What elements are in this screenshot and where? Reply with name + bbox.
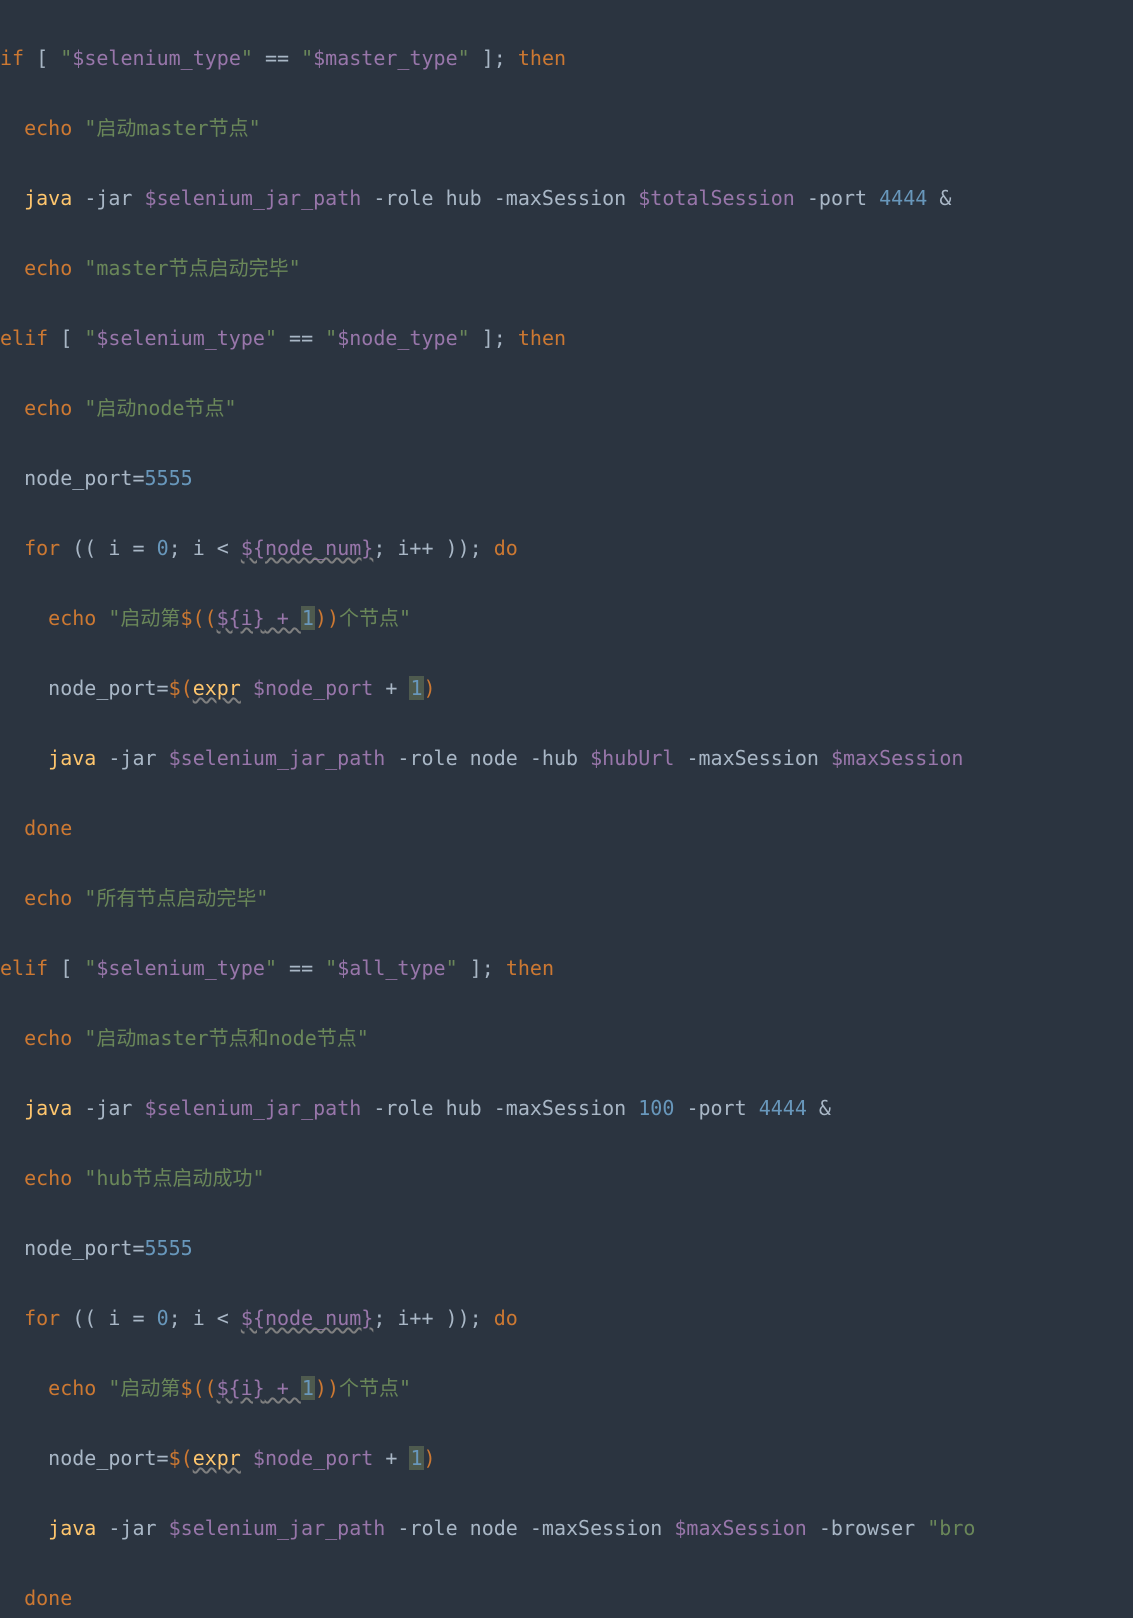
code-line: java -jar $selenium_jar_path -role hub -… bbox=[0, 181, 1133, 216]
cmd-expr: expr bbox=[193, 676, 241, 700]
var-max-session: $maxSession bbox=[831, 746, 963, 770]
code-line: java -jar $selenium_jar_path -role node … bbox=[0, 741, 1133, 776]
code-line: echo "启动master节点" bbox=[0, 111, 1133, 146]
num-port: 4444 bbox=[879, 186, 927, 210]
code-line: if [ "$selenium_type" == "$master_type" … bbox=[0, 41, 1133, 76]
literal-one: 1 bbox=[301, 606, 315, 630]
cmd-java: java bbox=[24, 186, 72, 210]
keyword-do: do bbox=[494, 536, 518, 560]
code-line: for (( i = 0; i < ${node_num}; i++ )); d… bbox=[0, 1301, 1133, 1336]
code-line: node_port=$(expr $node_port + 1) bbox=[0, 1441, 1133, 1476]
code-line: echo "master节点启动完毕" bbox=[0, 251, 1133, 286]
keyword-then: then bbox=[518, 46, 566, 70]
code-line: elif [ "$selenium_type" == "$all_type" ]… bbox=[0, 951, 1133, 986]
string: "启动master节点" bbox=[84, 116, 260, 140]
var-node-type: $node_type bbox=[337, 326, 457, 350]
code-line: echo "所有节点启动完毕" bbox=[0, 881, 1133, 916]
keyword-if: if bbox=[0, 46, 24, 70]
code-line: echo "启动第$((${i} + 1))个节点" bbox=[0, 601, 1133, 636]
code-line: node_port=$(expr $node_port + 1) bbox=[0, 671, 1133, 706]
string: "$master_type" bbox=[301, 46, 470, 70]
var-all-type: $all_type bbox=[337, 956, 445, 980]
var-total-session: $totalSession bbox=[638, 186, 795, 210]
var-master-type: $master_type bbox=[313, 46, 458, 70]
code-editor[interactable]: if [ "$selenium_type" == "$master_type" … bbox=[0, 6, 1133, 1618]
var-selenium-type: $selenium_type bbox=[72, 46, 241, 70]
var-i: ${i} + bbox=[217, 606, 301, 630]
keyword-done: done bbox=[24, 816, 72, 840]
code-line: node_port=5555 bbox=[0, 461, 1133, 496]
keyword-elif: elif bbox=[0, 326, 48, 350]
var-hub-url: $hubUrl bbox=[590, 746, 674, 770]
code-line: node_port=5555 bbox=[0, 1231, 1133, 1266]
string: "$selenium_type" bbox=[60, 46, 253, 70]
code-line: done bbox=[0, 1581, 1133, 1616]
var-jar-path: $selenium_jar_path bbox=[145, 186, 362, 210]
code-line: echo "hub节点启动成功" bbox=[0, 1161, 1133, 1196]
string: "master节点启动完毕" bbox=[84, 256, 300, 280]
assign-node-port: node_port bbox=[24, 466, 132, 490]
keyword-for: for bbox=[24, 536, 60, 560]
code-line: for (( i = 0; i < ${node_num}; i++ )); d… bbox=[0, 531, 1133, 566]
code-line: done bbox=[0, 811, 1133, 846]
code-line: echo "启动node节点" bbox=[0, 391, 1133, 426]
var-node-num: ${node_num} bbox=[241, 536, 373, 560]
keyword-echo: echo bbox=[24, 256, 72, 280]
code-line: java -jar $selenium_jar_path -role node … bbox=[0, 1511, 1133, 1546]
code-line: echo "启动master节点和node节点" bbox=[0, 1021, 1133, 1056]
code-line: java -jar $selenium_jar_path -role hub -… bbox=[0, 1091, 1133, 1126]
string-truncated: "bro bbox=[927, 1516, 975, 1540]
code-line: elif [ "$selenium_type" == "$node_type" … bbox=[0, 321, 1133, 356]
code-line: echo "启动第$((${i} + 1))个节点" bbox=[0, 1371, 1133, 1406]
keyword-echo: echo bbox=[24, 116, 72, 140]
